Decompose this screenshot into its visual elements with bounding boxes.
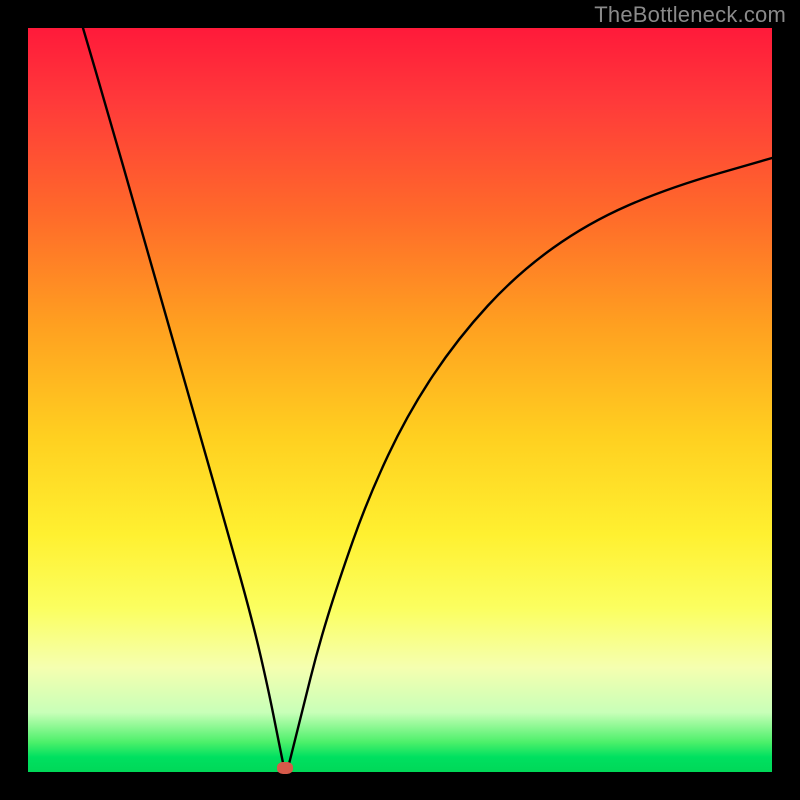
chart-frame: TheBottleneck.com [0,0,800,800]
chart-marker-dot [277,762,293,774]
chart-curve [28,28,772,772]
watermark-label: TheBottleneck.com [594,2,786,28]
